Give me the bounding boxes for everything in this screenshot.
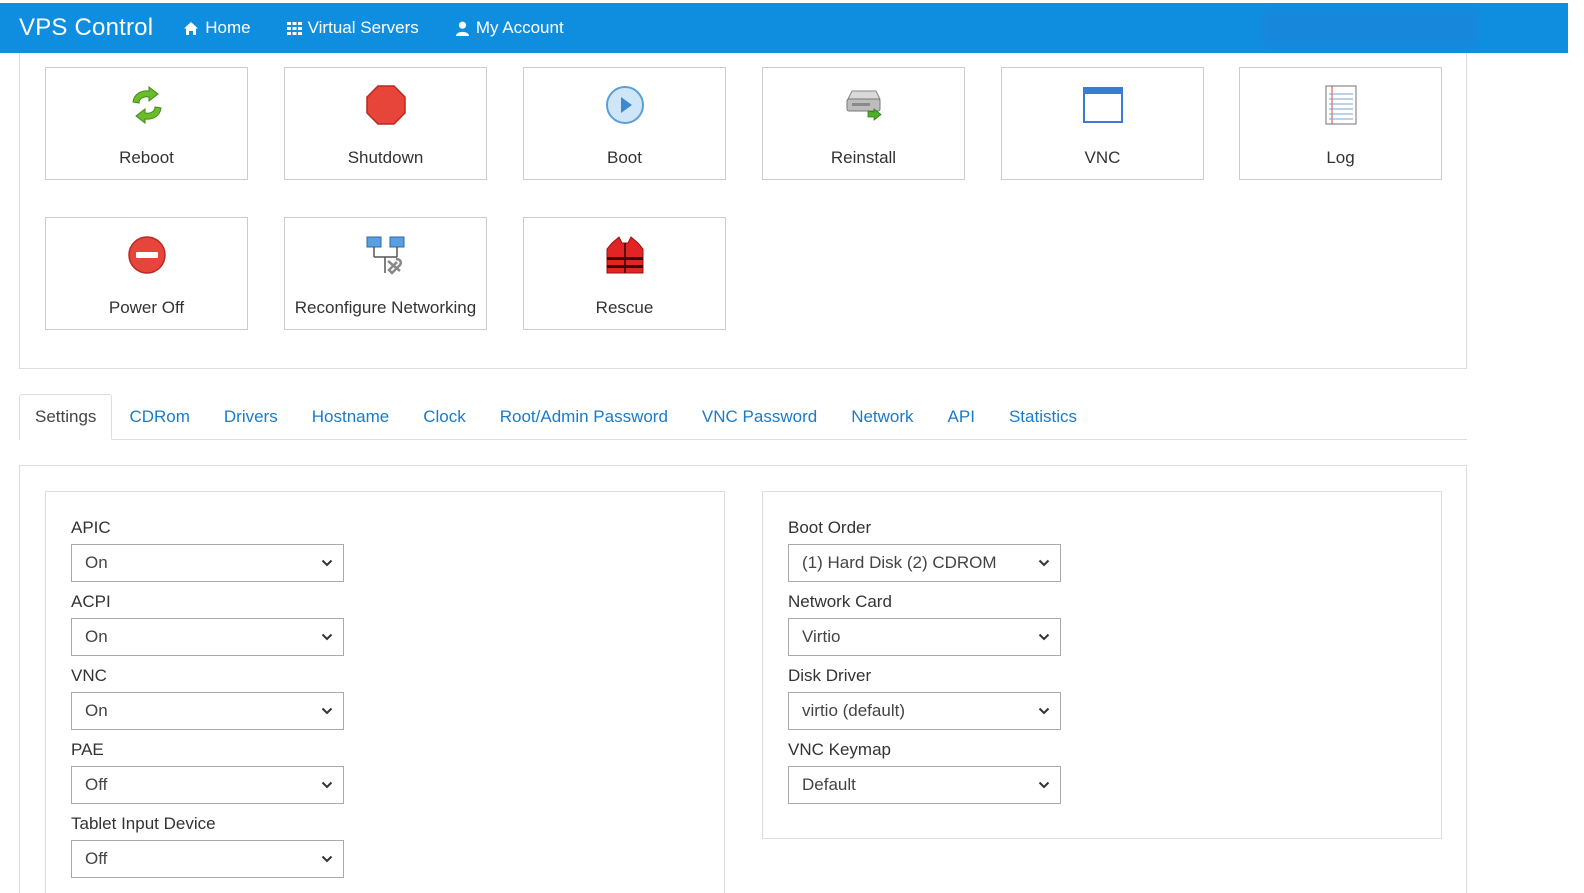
tablet-input-label: Tablet Input Device [71, 814, 216, 833]
vnc-value: On [85, 701, 108, 720]
shutdown-button[interactable]: Shutdown [284, 67, 487, 180]
home-icon [184, 21, 199, 35]
power-off-label: Power Off [108, 298, 185, 317]
chevron-down-icon [321, 633, 333, 641]
user-menu-redacted[interactable] [1262, 9, 1478, 47]
reinstall-button[interactable]: Reinstall [762, 67, 965, 180]
vnc-label: VNC [1084, 148, 1121, 167]
vnc-keymap-field: VNC Keymap Default [788, 740, 1061, 804]
reinstall-label: Reinstall [830, 148, 897, 167]
chevron-down-icon [1038, 781, 1050, 789]
tab-settings[interactable]: Settings [19, 394, 113, 440]
settings-panel: APIC On ACPI On VNC On PAE Off Tablet In… [19, 465, 1467, 893]
tablet-input-select[interactable]: Off [71, 840, 344, 878]
settings-right-column: Boot Order (1) Hard Disk (2) CDROM Netwo… [762, 491, 1442, 839]
power-off-button[interactable]: Power Off [45, 217, 248, 330]
apic-value: On [85, 553, 108, 572]
tab-network[interactable]: Network [834, 394, 930, 440]
brand-title[interactable]: VPS Control [19, 14, 153, 42]
nav-my-account-label: My Account [475, 18, 564, 37]
settings-tabs: Settings CDRom Drivers Hostname Clock Ro… [19, 394, 1467, 440]
settings-left-column: APIC On ACPI On VNC On PAE Off Tablet In… [45, 491, 725, 893]
rescue-label: Rescue [595, 298, 654, 317]
boot-order-select[interactable]: (1) Hard Disk (2) CDROM [788, 544, 1061, 582]
tab-root-admin-password[interactable]: Root/Admin Password [483, 394, 685, 440]
pae-select[interactable]: Off [71, 766, 344, 804]
boot-icon [604, 84, 646, 126]
network-card-label: Network Card [788, 592, 892, 611]
pae-field: PAE Off [71, 740, 344, 804]
vnc-keymap-label: VNC Keymap [788, 740, 891, 759]
chevron-down-icon [1038, 559, 1050, 567]
acpi-field: ACPI On [71, 592, 344, 656]
chevron-down-icon [321, 707, 333, 715]
power-off-icon [126, 234, 168, 276]
network-config-icon [365, 234, 407, 276]
reboot-label: Reboot [119, 148, 174, 167]
nav-virtual-servers[interactable]: Virtual Servers [286, 18, 419, 38]
reconfigure-networking-button[interactable]: Reconfigure Networking [284, 217, 487, 330]
pae-value: Off [85, 775, 108, 794]
user-icon [455, 21, 469, 36]
log-label: Log [1326, 148, 1355, 167]
log-icon [1320, 84, 1362, 126]
log-button[interactable]: Log [1239, 67, 1442, 180]
boot-order-label: Boot Order [788, 518, 872, 537]
vnc-field: VNC On [71, 666, 344, 730]
vnc-keymap-value: Default [802, 775, 856, 794]
nav-my-account[interactable]: My Account [455, 18, 564, 38]
shutdown-label: Shutdown [347, 148, 424, 167]
top-navbar: VPS Control Home Virtual Servers My Acco… [0, 3, 1568, 53]
rescue-button[interactable]: Rescue [523, 217, 726, 330]
vnc-select[interactable]: On [71, 692, 344, 730]
vnc-setting-label: VNC [71, 666, 107, 685]
tab-drivers[interactable]: Drivers [207, 394, 295, 440]
boot-order-field: Boot Order (1) Hard Disk (2) CDROM [788, 518, 1061, 582]
reconfigure-networking-label: Reconfigure Networking [294, 298, 477, 317]
chevron-down-icon [321, 559, 333, 567]
tablet-input-field: Tablet Input Device Off [71, 814, 344, 878]
tab-vnc-password[interactable]: VNC Password [685, 394, 834, 440]
tab-api[interactable]: API [931, 394, 992, 440]
boot-button[interactable]: Boot [523, 67, 726, 180]
reboot-button[interactable]: Reboot [45, 67, 248, 180]
chevron-down-icon [1038, 707, 1050, 715]
tab-clock[interactable]: Clock [406, 394, 483, 440]
boot-order-value: (1) Hard Disk (2) CDROM [802, 553, 997, 572]
chevron-down-icon [1038, 633, 1050, 641]
disk-driver-select[interactable]: virtio (default) [788, 692, 1061, 730]
tab-statistics[interactable]: Statistics [992, 394, 1094, 440]
pae-label: PAE [71, 740, 104, 759]
apic-label: APIC [71, 518, 111, 537]
vnc-keymap-select[interactable]: Default [788, 766, 1061, 804]
network-card-value: Virtio [802, 627, 841, 646]
network-card-select[interactable]: Virtio [788, 618, 1061, 656]
shutdown-icon [365, 84, 407, 126]
disk-driver-value: virtio (default) [802, 701, 905, 720]
reboot-icon [126, 84, 168, 126]
boot-label: Boot [607, 148, 642, 167]
vnc-window-icon [1082, 84, 1124, 126]
apic-select[interactable]: On [71, 544, 344, 582]
disk-driver-field: Disk Driver virtio (default) [788, 666, 1061, 730]
chevron-down-icon [321, 855, 333, 863]
vnc-button[interactable]: VNC [1001, 67, 1204, 180]
tablet-input-value: Off [85, 849, 108, 868]
acpi-value: On [85, 627, 108, 646]
nav-home-label: Home [205, 18, 251, 37]
network-card-field: Network Card Virtio [788, 592, 1061, 656]
rescue-vest-icon [604, 234, 646, 276]
tab-cdrom[interactable]: CDRom [112, 394, 206, 440]
nav-virtual-servers-label: Virtual Servers [307, 18, 419, 37]
grid-icon [286, 21, 302, 35]
nav-home[interactable]: Home [183, 18, 251, 38]
tab-hostname[interactable]: Hostname [295, 394, 406, 440]
reinstall-icon [843, 84, 885, 126]
acpi-label: ACPI [71, 592, 111, 611]
apic-field: APIC On [71, 518, 344, 582]
disk-driver-label: Disk Driver [788, 666, 872, 685]
server-actions-panel: Reboot Shutdown Boot Reinstall VNC Log P… [19, 53, 1467, 369]
acpi-select[interactable]: On [71, 618, 344, 656]
chevron-down-icon [321, 781, 333, 789]
